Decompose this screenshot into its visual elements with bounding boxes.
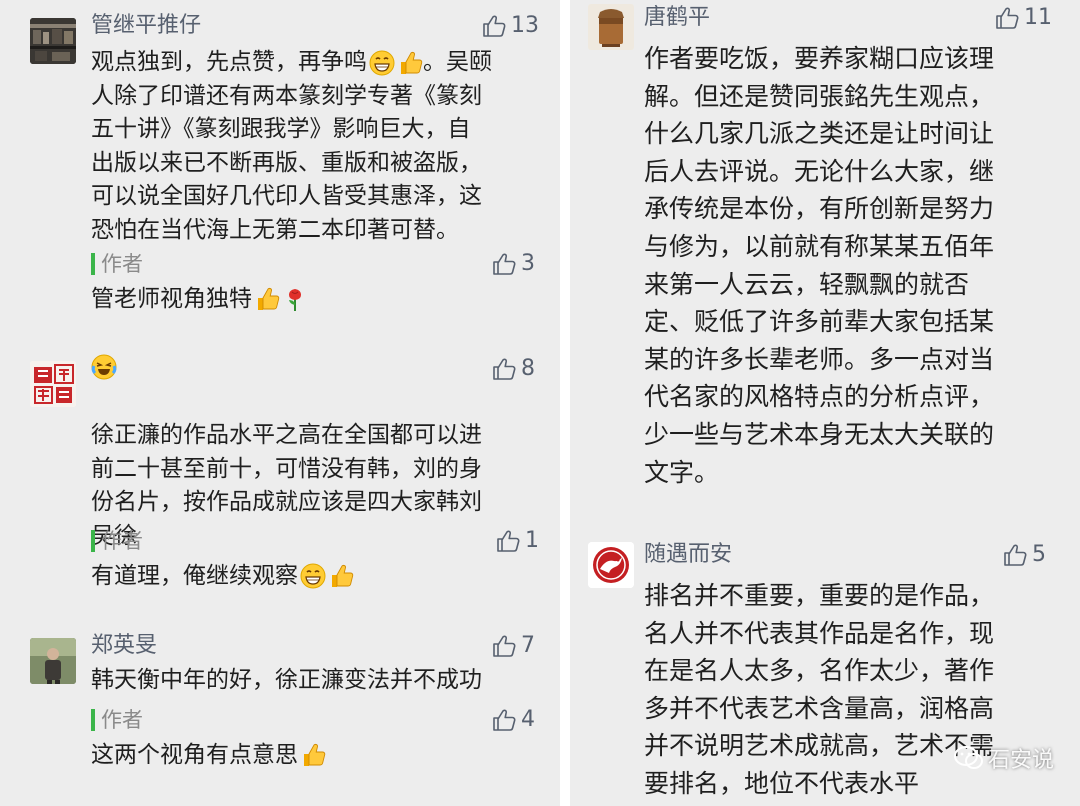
author-bar — [91, 530, 95, 552]
author-reply-text: 有道理，俺继续观察 — [91, 561, 354, 591]
red-seal-icon[interactable] — [30, 361, 76, 407]
reply-like-button[interactable]: 4 — [491, 706, 535, 734]
comment-text: 观点独到，先点赞，再争鸣 。吴颐 人除了印谱还有两本篆刻学专著《篆刻 五十讲》《… — [91, 46, 492, 247]
comment-line: 韩天衡中年的好，徐正濂变法并不成功 — [91, 667, 482, 693]
comment-author-name[interactable]: 唐鹤平 — [644, 4, 710, 32]
watermark: 石安说 — [953, 742, 1054, 774]
reply-line: 这两个视角有点意思 — [91, 742, 298, 768]
comment-line: 吴徐 — [91, 522, 137, 549]
like-count: 3 — [521, 251, 535, 276]
thumb-up-icon — [491, 251, 517, 277]
comment-line: 后人去评说。无论什么大家，继 — [644, 156, 995, 186]
comment-line: 解。但还是赞同張銘先生观点， — [644, 81, 995, 111]
like-button[interactable]: 7 — [491, 632, 535, 660]
thumb-up-icon — [491, 356, 517, 382]
comment-author-name[interactable]: 随遇而安 — [644, 541, 732, 569]
author-label-text: 作者 — [101, 529, 143, 553]
author-reply-label: 作者 — [91, 527, 143, 555]
grin-emoji-icon — [300, 563, 326, 589]
comment-line: 出版以来已不断再版、重版和被盗版， — [91, 149, 482, 176]
author-bar — [91, 709, 95, 731]
comment-line: 代名家的风格特点的分析点评， — [644, 382, 995, 412]
reply-like-button[interactable]: 3 — [491, 250, 535, 278]
thumbs-up-emoji-icon — [254, 286, 280, 312]
like-count: 4 — [521, 707, 535, 732]
thumb-up-icon — [1002, 542, 1028, 568]
red-bird-logo-icon[interactable] — [588, 542, 634, 588]
left-comment-column: 管继平推仔 13 观点独到，先点赞，再争鸣 。吴颐 人除了印谱还有两本篆刻学专著… — [0, 0, 560, 806]
reply-line: 有道理，俺继续观察 — [91, 563, 298, 589]
comment-line: 份名片，按作品成就应该是四大家韩刘 — [91, 489, 482, 515]
comment-line: 在是名人太多，名作太少，著作 — [644, 656, 995, 686]
author-label-text: 作者 — [101, 708, 143, 732]
comment-line: 定、贬低了许多前辈大家包括某 — [644, 307, 995, 337]
reply-like-button[interactable]: 1 — [495, 527, 539, 555]
author-reply-label: 作者 — [91, 250, 143, 278]
author-reply-text: 这两个视角有点意思 — [91, 740, 326, 770]
comment-text: 排名并不重要，重要的是作品， 名人并不代表其作品是名作，现 在是名人太多，名作太… — [644, 577, 994, 803]
comment-text: 徐正濂的作品水平之高在全国都可以进 前二十甚至前十，可惜没有韩，刘的身 份名片，… — [91, 419, 482, 553]
comment-line: 人除了印谱还有两本篆刻学专著《篆刻 — [91, 82, 482, 109]
comment-author-name[interactable]: 管继平推仔 — [91, 12, 201, 40]
comment-line: 多并不代表艺术含量高，润格高 — [644, 693, 995, 723]
column-divider — [560, 0, 570, 806]
reply-line: 管老师视角独特 — [91, 286, 252, 312]
thumbs-up-emoji-icon — [397, 50, 423, 76]
thumb-up-icon — [495, 528, 521, 554]
tears-of-joy-emoji-icon — [91, 354, 117, 380]
comment-line: 要排名，地位不代表水平 — [644, 768, 920, 798]
comment-line-tail: 。吴颐 — [423, 49, 492, 75]
thumb-up-icon — [491, 633, 517, 659]
comment-line: 少一些与艺术本身无太大关联的 — [644, 419, 995, 449]
like-count: 1 — [525, 528, 539, 553]
wechat-icon — [953, 746, 983, 769]
comment-line: 恐怕在当代海上无第二本印著可替。 — [91, 216, 459, 243]
like-count: 5 — [1032, 542, 1046, 567]
like-count: 8 — [521, 356, 535, 381]
author-label-text: 作者 — [101, 252, 143, 276]
comment-text: 作者要吃饭，要养家糊口应该理 解。但还是赞同張銘先生观点， 什么几家几派之类还是… — [644, 40, 994, 491]
comment-author-name[interactable]: 😂 — [91, 353, 117, 381]
right-comment-column: 唐鹤平 11 作者要吃饭，要养家糊口应该理 解。但还是赞同張銘先生观点， 什么几… — [570, 0, 1080, 806]
like-button[interactable]: 13 — [481, 12, 539, 40]
comment-line: 徐正濂的作品水平之高在全国都可以进 — [91, 422, 482, 448]
comment-line: 排名并不重要，重要的是作品， — [644, 581, 995, 610]
thumbs-up-emoji-icon — [328, 563, 354, 589]
author-bar — [91, 253, 95, 275]
grin-emoji-icon — [369, 50, 395, 76]
thumb-up-icon — [994, 5, 1020, 31]
like-button[interactable]: 5 — [1002, 541, 1046, 569]
like-button[interactable]: 8 — [491, 355, 535, 383]
bookshelf-photo-icon[interactable] — [30, 18, 76, 64]
comment-line: 来第一人云云，轻飘飘的就否 — [644, 269, 970, 299]
watermark-text: 石安说 — [987, 748, 1054, 773]
comment-line: 某的许多长辈老师。多一点对当 — [644, 344, 995, 374]
thumb-up-icon — [481, 13, 507, 39]
comment-line: 名人并不代表其作品是名作，现 — [644, 618, 995, 648]
comment-line: 可以说全国好几代印人皆受其惠泽，这 — [91, 183, 482, 209]
seal-stone-icon[interactable] — [588, 4, 634, 50]
thumb-up-icon — [491, 707, 517, 733]
rose-emoji-icon — [282, 286, 308, 312]
like-count: 13 — [511, 13, 539, 38]
comment-line: 作者要吃饭，要养家糊口应该理 — [644, 44, 995, 73]
thumbs-up-emoji-icon — [300, 742, 326, 768]
comment-line: 承传统是本份，有所创新是努力 — [644, 194, 995, 224]
comment-line: 五十讲》《篆刻跟我学》影响巨大，自 — [91, 116, 471, 142]
comment-line: 与修为，以前就有称某某五佰年 — [644, 231, 995, 261]
author-reply-text: 管老师视角独特 — [91, 284, 308, 314]
comment-author-name[interactable]: 郑英旻 — [91, 632, 157, 660]
like-button[interactable]: 11 — [994, 4, 1052, 32]
like-count: 7 — [521, 633, 535, 658]
comment-text: 韩天衡中年的好，徐正濂变法并不成功 — [91, 664, 482, 698]
like-count: 11 — [1024, 5, 1052, 30]
comment-line: 并不说明艺术成就高，艺术不需 — [644, 731, 995, 761]
person-photo-icon[interactable] — [30, 638, 76, 684]
author-reply-label: 作者 — [91, 706, 143, 734]
comment-line: 前二十甚至前十，可惜没有韩，刘的身 — [91, 455, 482, 482]
comment-line: 观点独到，先点赞，再争鸣 — [91, 49, 367, 75]
comment-line: 什么几家几派之类还是让时间让 — [644, 119, 995, 149]
comment-line: 文字。 — [644, 457, 720, 487]
